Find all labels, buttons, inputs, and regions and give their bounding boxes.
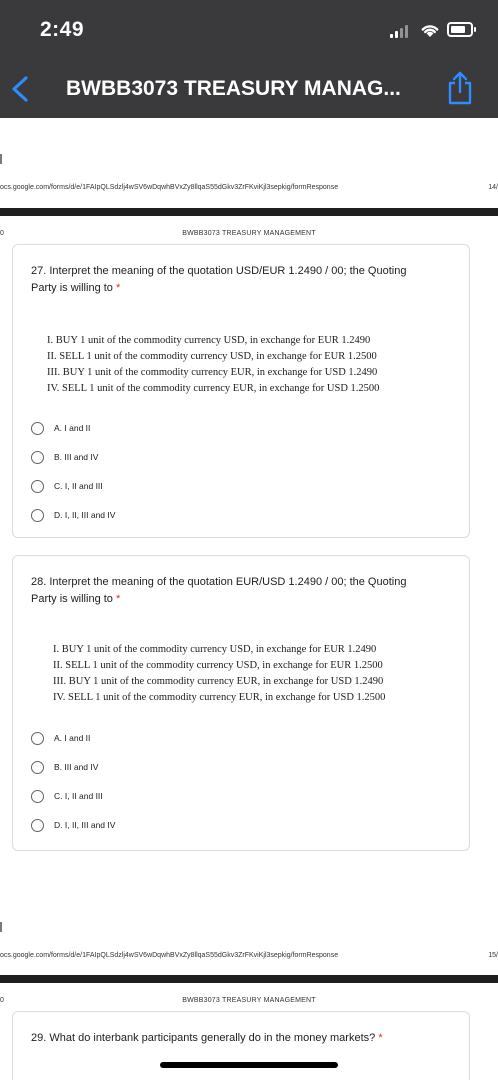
q27-option-a[interactable]: A. I and II bbox=[31, 420, 90, 436]
cellular-signal-icon bbox=[390, 24, 412, 38]
share-icon[interactable] bbox=[446, 70, 474, 106]
radio-button-icon[interactable] bbox=[31, 818, 44, 832]
question-27-title: 27. Interpret the meaning of the quotati… bbox=[31, 265, 407, 294]
statement-line: IV. SELL 1 unit of the commodity currenc… bbox=[53, 692, 386, 703]
page-number: 15/ bbox=[488, 952, 498, 959]
nav-bar: BWBB3073 TREASURY MANAG... bbox=[0, 62, 498, 118]
radio-button-icon[interactable] bbox=[31, 450, 44, 464]
radio-button-icon[interactable] bbox=[31, 421, 44, 435]
wifi-icon bbox=[421, 25, 439, 37]
statement-line: III. BUY 1 unit of the commodity currenc… bbox=[53, 676, 384, 687]
page-separator bbox=[0, 208, 498, 216]
q28-option-b[interactable]: B. III and IV bbox=[31, 759, 98, 775]
radio-button-icon[interactable] bbox=[31, 789, 44, 803]
statement-line: II. SELL 1 unit of the commodity currenc… bbox=[47, 351, 377, 362]
required-asterisk: * bbox=[378, 1032, 383, 1044]
q27-option-d[interactable]: D. I, II, III and IV bbox=[31, 507, 115, 523]
page-url: ocs.google.com/forms/d/e/1FAIpQLSdzlj4wS… bbox=[0, 184, 339, 191]
radio-button-icon[interactable] bbox=[31, 731, 44, 745]
radio-button-icon[interactable] bbox=[31, 760, 44, 774]
statement-line: I. BUY 1 unit of the commodity currency … bbox=[47, 335, 371, 346]
q28-option-a[interactable]: A. I and II bbox=[31, 730, 90, 746]
battery-icon bbox=[447, 22, 476, 37]
statement-line: I. BUY 1 unit of the commodity currency … bbox=[53, 644, 377, 655]
status-bar: 2:49 bbox=[0, 0, 498, 62]
question-27-card: 27. Interpret the meaning of the quotati… bbox=[12, 244, 470, 538]
statement-line: II. SELL 1 unit of the commodity currenc… bbox=[53, 660, 383, 671]
radio-button-icon[interactable] bbox=[31, 479, 44, 493]
question-29-card: 29. What do interbank participants gener… bbox=[12, 1011, 470, 1080]
page-header: BWBB3073 TREASURY MANAGEMENT bbox=[182, 997, 316, 1004]
q27-option-b[interactable]: B. III and IV bbox=[31, 449, 98, 465]
chevron-left-icon[interactable] bbox=[8, 74, 32, 104]
question-28-statements: I. BUY 1 unit of the commodity currency … bbox=[53, 642, 385, 706]
page-header: BWBB3073 TREASURY MANAGEMENT bbox=[182, 230, 316, 237]
status-time: 2:49 bbox=[40, 18, 85, 41]
page-margin-mark bbox=[0, 922, 2, 932]
statement-line: III. BUY 1 unit of the commodity currenc… bbox=[47, 367, 378, 378]
q27-option-c[interactable]: C. I, II and III bbox=[31, 478, 103, 494]
q28-option-d[interactable]: D. I, II, III and IV bbox=[31, 817, 115, 833]
statement-line: IV. SELL 1 unit of the commodity currenc… bbox=[47, 383, 380, 394]
q28-option-c[interactable]: C. I, II and III bbox=[31, 788, 103, 804]
page-number: 14/ bbox=[488, 184, 498, 191]
question-27-statements: I. BUY 1 unit of the commodity currency … bbox=[47, 333, 379, 397]
pdf-document[interactable]: ocs.google.com/forms/d/e/1FAIpQLSdzlj4wS… bbox=[0, 118, 498, 1080]
page-separator bbox=[0, 975, 498, 983]
page-url: ocs.google.com/forms/d/e/1FAIpQLSdzlj4wS… bbox=[0, 952, 339, 959]
home-indicator[interactable] bbox=[160, 1062, 338, 1068]
page-margin-mark bbox=[0, 154, 2, 164]
question-29-title: 29. What do interbank participants gener… bbox=[31, 1032, 383, 1044]
required-asterisk: * bbox=[115, 282, 121, 294]
radio-button-icon[interactable] bbox=[31, 508, 44, 522]
question-28-card: 28. Interpret the meaning of the quotati… bbox=[12, 555, 470, 851]
document-title: BWBB3073 TREASURY MANAG... bbox=[66, 77, 401, 100]
required-asterisk: * bbox=[115, 593, 121, 605]
question-28-title: 28. Interpret the meaning of the quotati… bbox=[31, 576, 407, 605]
